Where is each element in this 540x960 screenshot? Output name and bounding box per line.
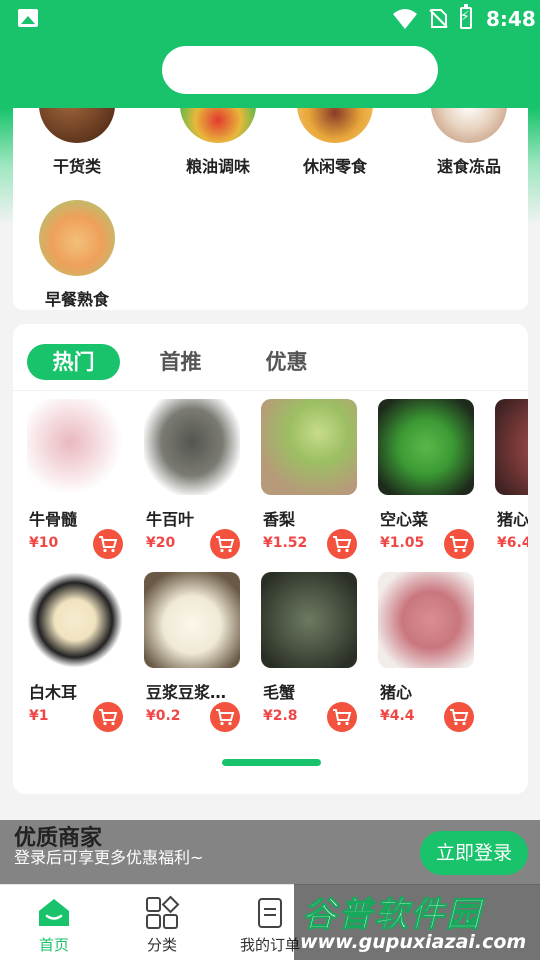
product-card[interactable]: 毛蟹 ¥2.8 xyxy=(261,572,361,732)
product-card[interactable]: 空心菜 ¥1.05 xyxy=(378,399,478,559)
category-item-grain-oil[interactable]: 粮油调味 xyxy=(158,108,278,177)
product-name: 豆浆豆浆… xyxy=(146,683,227,702)
cart-icon xyxy=(216,536,235,553)
category-icon xyxy=(146,895,180,929)
product-price: ¥2.8 xyxy=(263,708,298,724)
login-prompt-bar: 优质商家 登录后可享更多优惠福利~ 立即登录 xyxy=(0,820,540,884)
product-card[interactable]: 牛百叶 ¥20 xyxy=(144,399,244,559)
cart-icon xyxy=(333,709,352,726)
cart-icon xyxy=(216,709,235,726)
category-label: 早餐熟食 xyxy=(44,290,109,309)
product-image xyxy=(495,399,528,495)
nav-item-home[interactable]: 首页 xyxy=(0,885,108,960)
product-image xyxy=(144,572,240,668)
watermark: 谷普软件园 www.gupuxiazai.com xyxy=(294,884,540,960)
tab-divider xyxy=(13,390,528,391)
product-image xyxy=(378,572,474,668)
no-sim-icon xyxy=(429,9,448,28)
watermark-title: 谷普软件园 xyxy=(302,895,482,936)
cart-icon xyxy=(99,709,118,726)
watermark-url: www.gupuxiazai.com xyxy=(300,931,527,953)
product-card[interactable]: 香梨 ¥1.52 xyxy=(261,399,361,559)
nav-item-category[interactable]: 分类 xyxy=(108,885,216,960)
product-card[interactable]: 白木耳 ¥1 xyxy=(27,572,127,732)
cart-icon xyxy=(99,536,118,553)
category-image xyxy=(180,108,256,143)
home-icon xyxy=(39,899,69,926)
battery-icon xyxy=(460,4,472,29)
add-to-cart-button[interactable] xyxy=(210,529,240,559)
nav-label: 分类 xyxy=(146,936,177,954)
gallery-icon xyxy=(18,9,38,27)
cart-icon xyxy=(450,709,469,726)
category-item-dried-goods[interactable]: 干货类 xyxy=(17,108,137,177)
scroll-indicator xyxy=(222,759,321,766)
category-label: 干货类 xyxy=(52,157,101,176)
add-to-cart-button[interactable] xyxy=(210,702,240,732)
product-price: ¥1 xyxy=(29,708,49,724)
product-name: 白木耳 xyxy=(29,683,78,702)
product-image xyxy=(378,399,474,495)
wifi-icon xyxy=(393,9,417,29)
order-icon xyxy=(258,898,282,928)
product-card[interactable]: 牛骨髓 ¥10 xyxy=(27,399,127,559)
product-price: ¥4.4 xyxy=(380,708,415,724)
clock: 8:48 xyxy=(486,7,536,31)
product-image xyxy=(27,572,123,668)
add-to-cart-button[interactable] xyxy=(444,702,474,732)
product-name: 香梨 xyxy=(263,510,296,529)
nav-label: 首页 xyxy=(38,936,69,954)
product-name: 毛蟹 xyxy=(263,683,296,702)
product-card[interactable]: 豆浆豆浆… ¥0.2 xyxy=(144,572,244,732)
product-image xyxy=(27,399,123,495)
product-price: ¥1.05 xyxy=(380,535,425,551)
product-name: 空心菜 xyxy=(380,510,429,529)
product-card[interactable]: 猪心 ¥6.4 xyxy=(495,399,528,551)
product-card[interactable]: 猪心 ¥4.4 xyxy=(378,572,478,732)
category-label: 休闲零食 xyxy=(302,157,367,176)
category-label: 粮油调味 xyxy=(185,157,250,176)
category-item-snacks[interactable]: 休闲零食 xyxy=(275,108,395,177)
category-image xyxy=(39,200,115,276)
category-label: 速食冻品 xyxy=(436,157,501,176)
product-name: 牛骨髓 xyxy=(29,510,78,529)
product-price: ¥1.52 xyxy=(263,535,308,551)
search-input[interactable] xyxy=(162,46,438,94)
category-item-frozen-food[interactable]: 速食冻品 xyxy=(409,108,528,177)
hot-products-card: 热门 首推 优惠 牛骨髓 ¥10 牛百叶 ¥20 香梨 ¥1.52 空心菜 ¥1… xyxy=(13,324,528,794)
add-to-cart-button[interactable] xyxy=(93,702,123,732)
product-price: ¥20 xyxy=(146,535,176,551)
product-price: ¥6.4 xyxy=(497,535,528,551)
category-card: 干货类 粮油调味 休闲零食 速食冻品 早餐熟食 xyxy=(13,108,528,310)
login-prompt-subtitle: 登录后可享更多优惠福利~ xyxy=(14,848,204,867)
add-to-cart-button[interactable] xyxy=(444,529,474,559)
cart-icon xyxy=(450,536,469,553)
product-name: 牛百叶 xyxy=(146,510,195,529)
add-to-cart-button[interactable] xyxy=(327,702,357,732)
tab-hot[interactable]: 热门 xyxy=(27,344,120,380)
add-to-cart-button[interactable] xyxy=(327,529,357,559)
login-button[interactable]: 立即登录 xyxy=(420,831,528,875)
status-bar: 8:48 xyxy=(0,0,540,36)
category-item-breakfast[interactable]: 早餐熟食 xyxy=(17,200,137,310)
category-image xyxy=(431,108,507,143)
tab-recommended[interactable]: 首推 xyxy=(143,344,218,380)
product-price: ¥0.2 xyxy=(146,708,181,724)
cart-icon xyxy=(333,536,352,553)
category-image xyxy=(297,108,373,143)
add-to-cart-button[interactable] xyxy=(93,529,123,559)
product-image xyxy=(261,399,357,495)
product-image xyxy=(144,399,240,495)
tab-discount[interactable]: 优惠 xyxy=(249,344,324,380)
product-name: 猪心 xyxy=(380,683,413,702)
category-image xyxy=(39,108,115,143)
product-name: 猪心 xyxy=(497,510,528,529)
product-price: ¥10 xyxy=(29,535,59,551)
product-image xyxy=(261,572,357,668)
